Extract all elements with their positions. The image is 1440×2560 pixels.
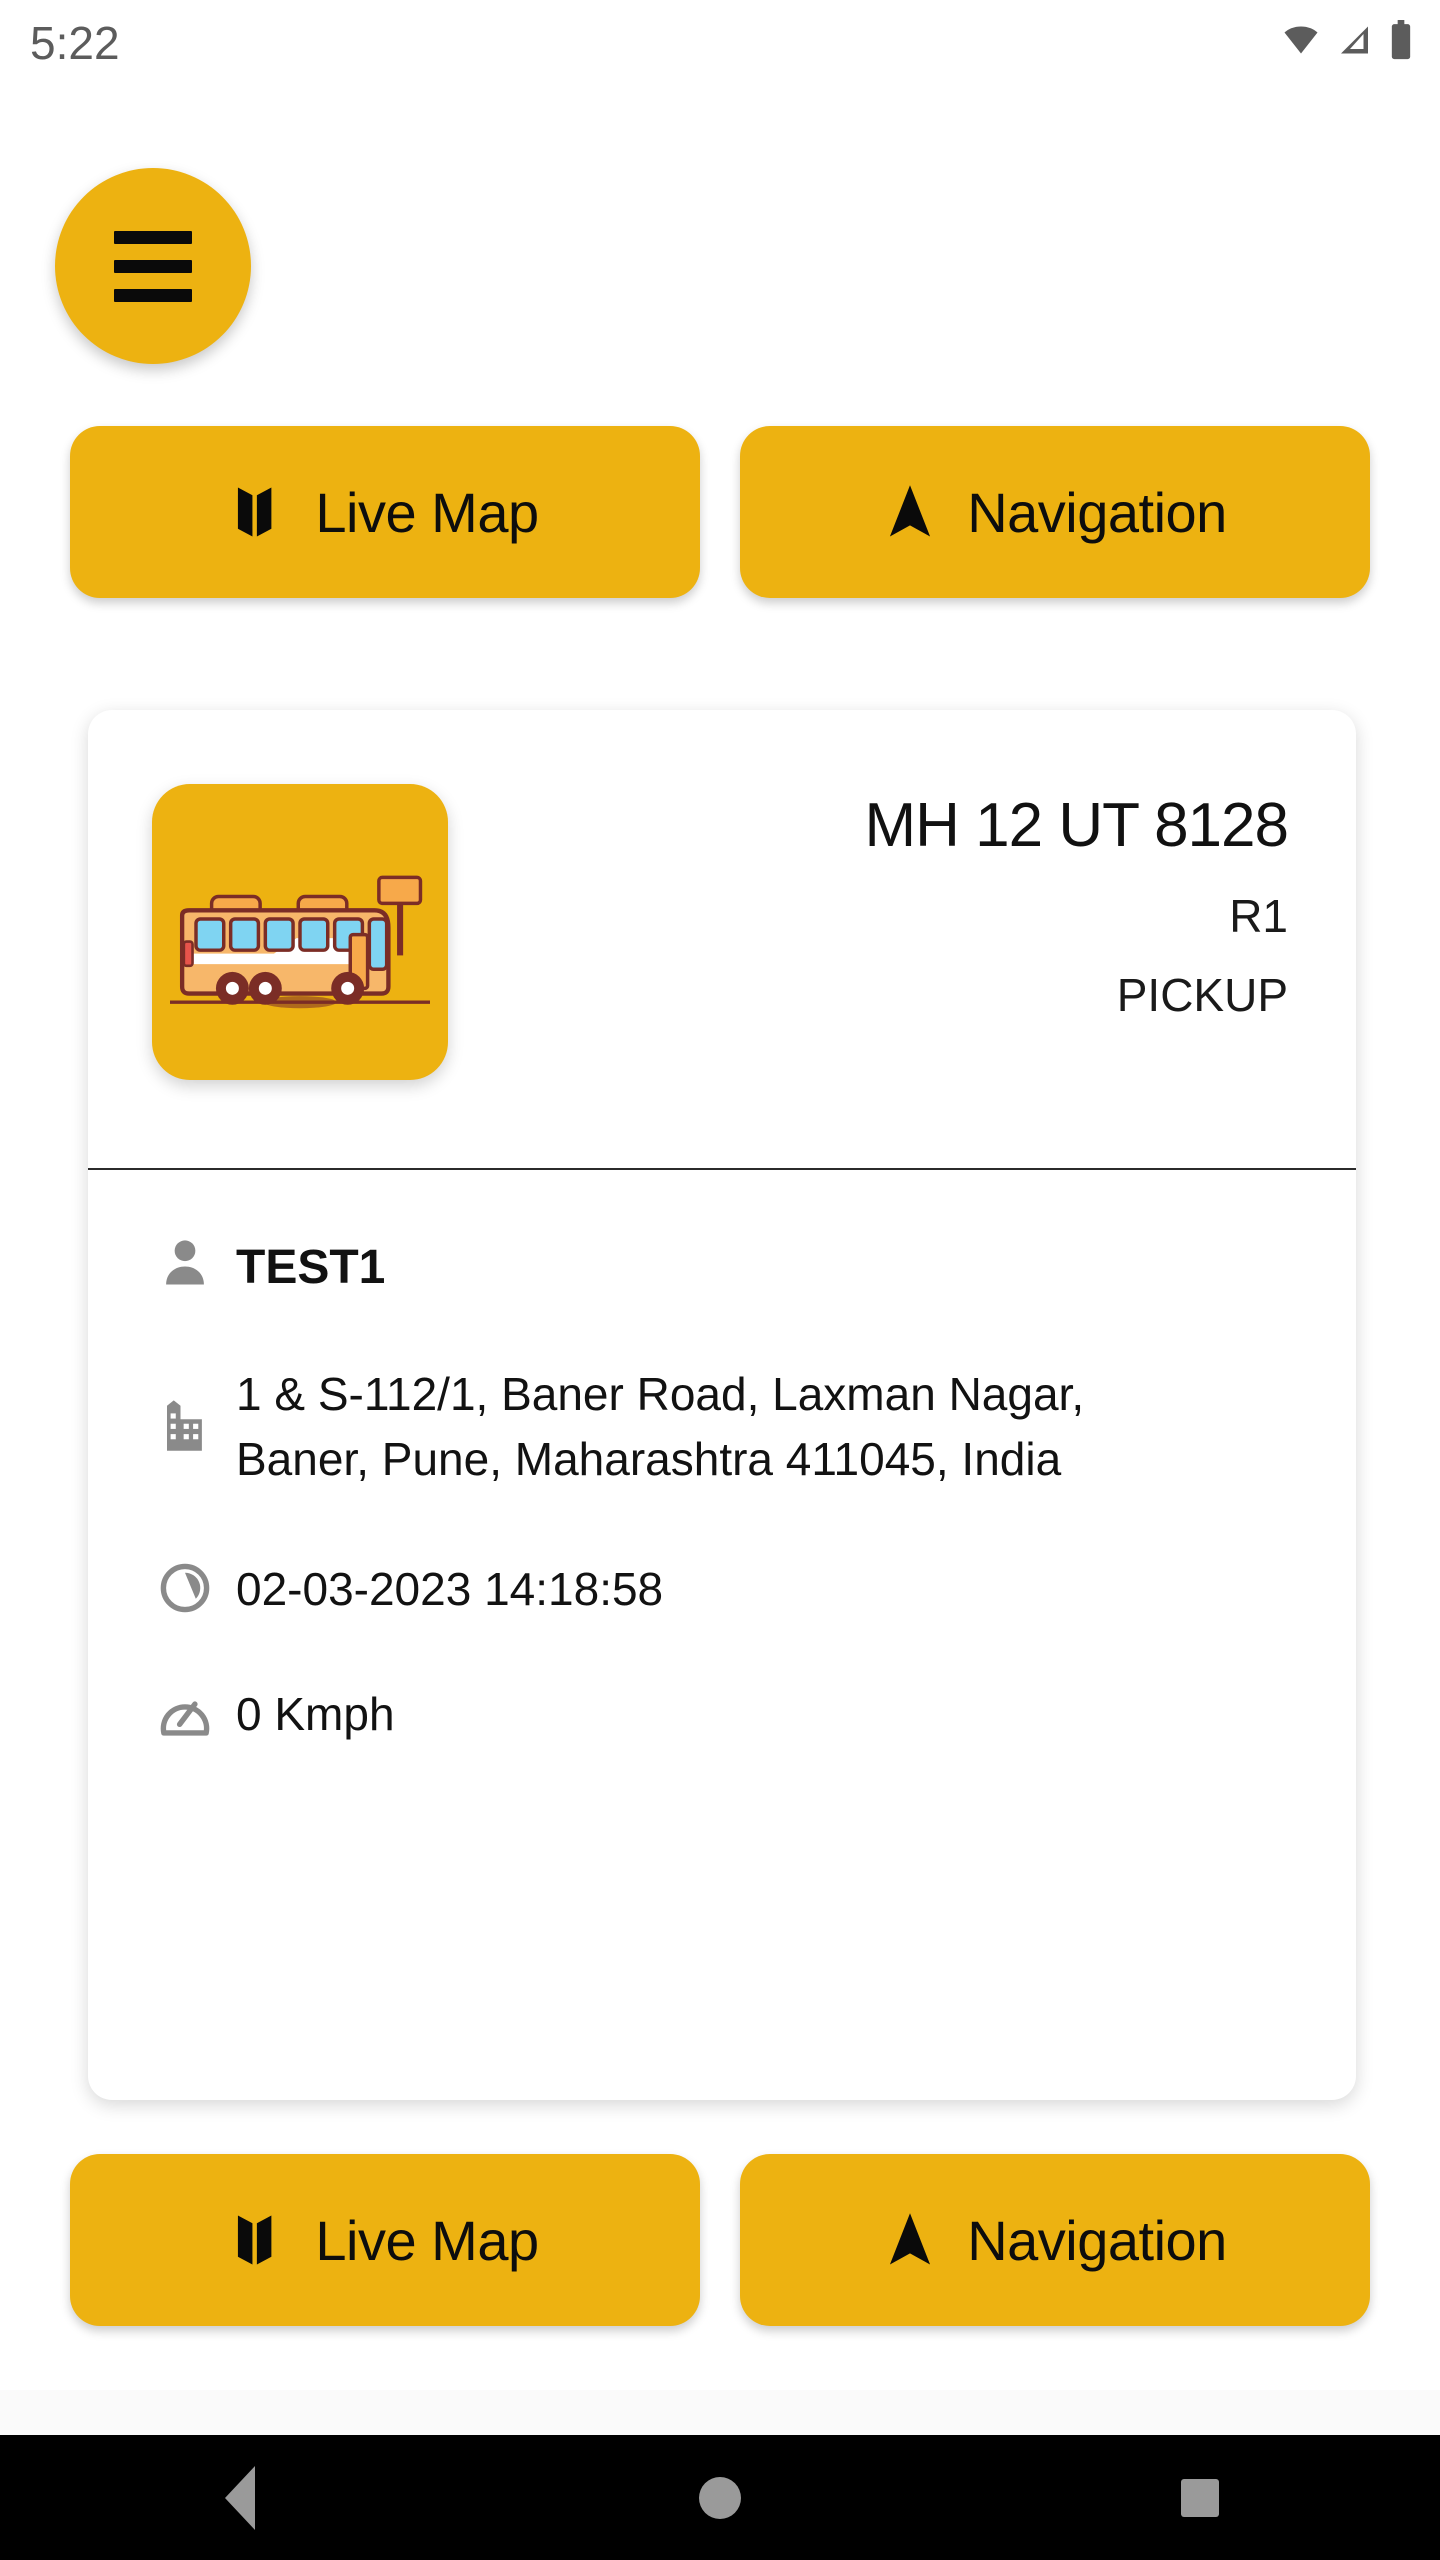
driver-name-value: TEST1 — [236, 1241, 386, 1294]
android-navigation-bar — [0, 2435, 1440, 2560]
vehicle-plate-number: MH 12 UT 8128 — [864, 791, 1289, 860]
wifi-icon — [1284, 26, 1318, 54]
hamburger-menu-button[interactable] — [55, 168, 251, 364]
status-bar-icons — [1280, 20, 1412, 60]
map-icon — [238, 2215, 272, 2265]
bus-icon — [170, 875, 430, 1009]
vehicle-card[interactable]: MH 12 UT 8128 R1 PICKUP TEST1 1 & S-112/… — [88, 710, 1356, 2100]
navigation-button[interactable]: Navigation — [740, 2154, 1370, 2326]
vehicle-route-label: R1 — [1229, 890, 1288, 943]
system-strip — [0, 2390, 1440, 2435]
vehicle-card-details: TEST1 1 & S-112/1, Baner Road, Laxman Na… — [88, 1170, 1356, 1747]
vehicle-header-text: MH 12 UT 8128 R1 PICKUP — [864, 790, 1289, 1029]
navigation-arrow-icon — [890, 2213, 931, 2265]
speed-value: 0 Kmph — [236, 1688, 395, 1741]
app-screen: 5:22 Live Map Navigation MH 12 UT 8128 R… — [0, 0, 1440, 2560]
home-icon — [699, 2476, 741, 2519]
navigation-button-label: Navigation — [967, 2208, 1227, 2272]
top-action-row: Live Map Navigation — [70, 426, 1370, 598]
detail-row-timestamp: 02-03-2023 14:18:58 — [88, 1555, 1356, 1622]
status-bar-clock: 5:22 — [30, 17, 120, 69]
home-button[interactable] — [630, 2435, 810, 2560]
status-bar: 5:22 — [0, 0, 1440, 90]
live-map-button-label: Live Map — [315, 480, 539, 544]
detail-row-address: 1 & S-112/1, Baner Road, Laxman Nagar, B… — [88, 1360, 1356, 1493]
detail-row-driver: TEST1 — [88, 1232, 1356, 1302]
back-icon — [225, 2465, 255, 2530]
timestamp-value: 02-03-2023 14:18:58 — [236, 1562, 664, 1615]
map-icon — [238, 487, 272, 537]
live-map-button-top[interactable]: Live Map — [70, 426, 700, 598]
navigation-button-top[interactable]: Navigation — [740, 426, 1370, 598]
navigation-button-label: Navigation — [967, 480, 1227, 544]
vehicle-trip-type: PICKUP — [1116, 968, 1288, 1021]
live-map-button[interactable]: Live Map — [70, 2154, 700, 2326]
battery-icon — [1391, 20, 1411, 60]
recents-button[interactable] — [1110, 2435, 1290, 2560]
hamburger-icon-bar-3 — [114, 288, 192, 302]
person-icon — [158, 1232, 236, 1292]
navigation-arrow-icon — [890, 485, 931, 537]
hamburger-icon-bar-2 — [114, 259, 192, 273]
vehicle-card-header: MH 12 UT 8128 R1 PICKUP — [88, 710, 1356, 1168]
hamburger-icon-bar-1 — [114, 230, 192, 244]
speedometer-icon — [158, 1684, 236, 1744]
live-map-button-label: Live Map — [315, 2208, 539, 2272]
detail-row-speed: 0 Kmph — [88, 1680, 1356, 1747]
back-button[interactable] — [150, 2435, 330, 2560]
bottom-action-row: Live Map Navigation — [70, 2154, 1370, 2326]
signal-icon — [1341, 26, 1368, 54]
building-icon — [158, 1396, 236, 1456]
clock-icon — [158, 1558, 236, 1618]
vehicle-thumbnail — [152, 784, 448, 1080]
recents-icon — [1181, 2478, 1219, 2517]
address-value: 1 & S-112/1, Baner Road, Laxman Nagar, B… — [236, 1368, 1085, 1486]
